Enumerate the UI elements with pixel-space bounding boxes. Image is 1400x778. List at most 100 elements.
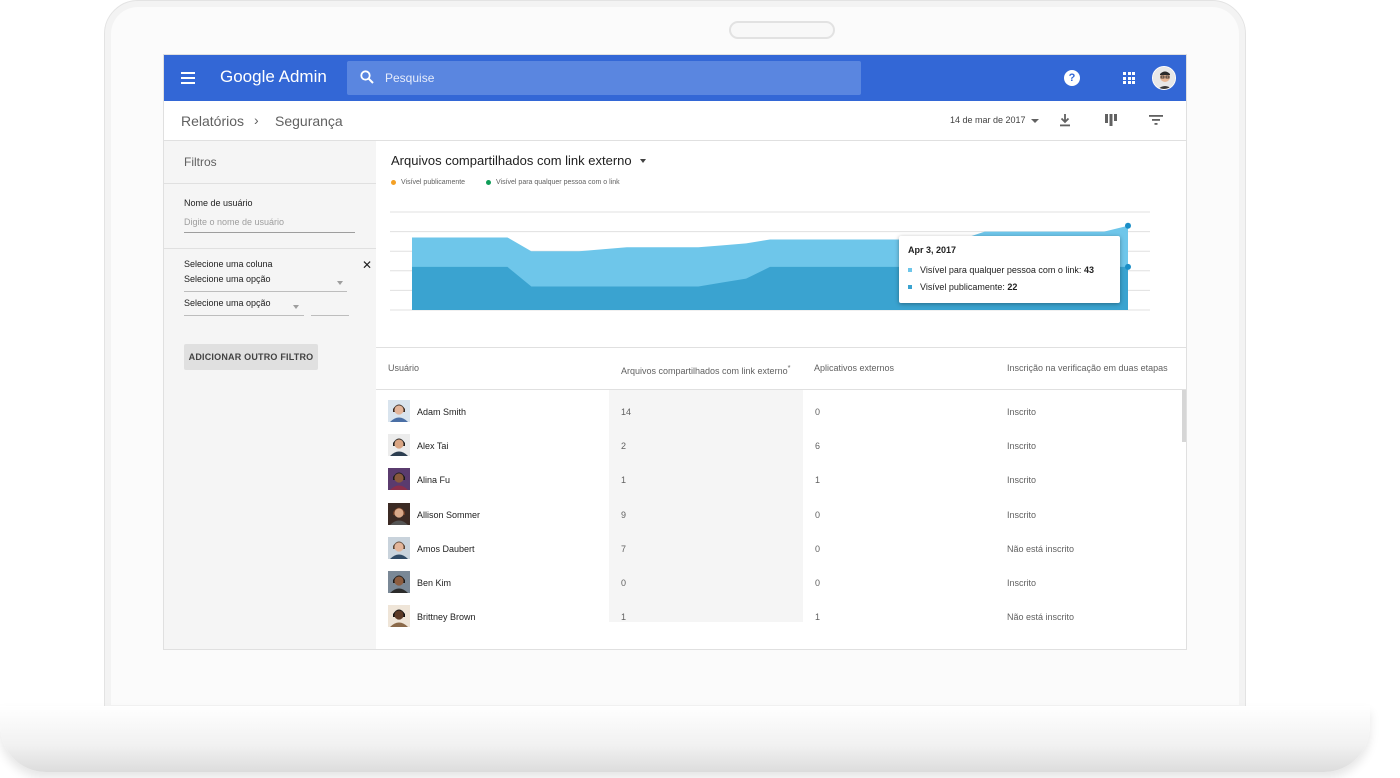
user-name[interactable]: Brittney Brown <box>417 612 476 622</box>
app-bar: Google Admin ? <box>164 55 1186 101</box>
operator-select[interactable]: Selecione uma opção <box>184 298 304 316</box>
search-bar[interactable] <box>347 61 861 95</box>
filter-icon[interactable] <box>1149 113 1163 127</box>
cell-files: 7 <box>621 543 627 554</box>
breadcrumb-reports[interactable]: Relatórios <box>181 113 244 129</box>
column-header-user[interactable]: Usuário <box>388 363 419 373</box>
column-header-apps[interactable]: Aplicativos externos <box>814 363 894 373</box>
tooltip-swatch-link <box>908 268 912 272</box>
legend-item-public: Visível publicamente <box>391 179 465 186</box>
operator-select-value: Selecione uma opção <box>184 298 271 308</box>
user-avatar <box>388 536 410 559</box>
divider <box>164 248 376 249</box>
menu-icon[interactable] <box>181 72 195 84</box>
columns-icon[interactable] <box>1104 113 1118 127</box>
column-header-files[interactable]: Arquivos compartilhados com link externo… <box>621 363 791 376</box>
user-name[interactable]: Ben Kim <box>417 578 451 588</box>
cell-2sv-status: Não está inscrito <box>1007 612 1075 623</box>
date-selector[interactable]: 14 de mar de 2017 <box>950 115 1026 125</box>
legend-label-public: Visível publicamente <box>401 179 466 186</box>
cell-apps: 1 <box>815 475 821 486</box>
table-row[interactable]: Amos Daubert 7 0 Não está inscrito <box>376 532 1182 566</box>
username-label: Nome de usuário <box>184 198 253 208</box>
sub-header: Relatórios › Segurança 14 de mar de 2017 <box>164 101 1186 141</box>
user-avatar <box>388 468 410 491</box>
account-avatar[interactable] <box>1152 66 1176 90</box>
user-avatar <box>388 434 410 457</box>
tooltip-swatch-public <box>908 285 912 289</box>
value-field[interactable] <box>311 298 349 316</box>
user-avatar <box>388 400 410 422</box>
table-row[interactable]: Ben Kim 0 0 Inscrito <box>376 566 1182 600</box>
search-input[interactable] <box>385 61 845 95</box>
cell-apps: 0 <box>815 407 821 417</box>
cell-apps: 1 <box>815 612 821 623</box>
cell-files: 1 <box>621 612 627 623</box>
breadcrumb-separator: › <box>254 112 259 128</box>
user-name[interactable]: Alex Tai <box>417 441 448 451</box>
cell-files: 9 <box>621 509 627 520</box>
chevron-down-icon <box>337 281 343 285</box>
user-name[interactable]: Adam Smith <box>417 407 466 417</box>
tooltip-row-public: Visível publicamente: 22 <box>908 282 1017 292</box>
cell-apps: 0 <box>815 578 821 588</box>
camera-notch <box>729 21 835 39</box>
table-row[interactable]: Alina Fu 1 1 Inscrito <box>376 463 1182 497</box>
tooltip-value-public: 22 <box>1007 282 1018 292</box>
table-header: Usuário Arquivos compartilhados com link… <box>376 347 1186 390</box>
breadcrumb-security: Segurança <box>275 113 343 129</box>
column-select[interactable]: Selecione uma opção <box>184 274 347 292</box>
legend-item-link: Visível para qualquer pessoa com o link <box>486 179 620 186</box>
tooltip-label-public: Visível publicamente: <box>920 282 1005 292</box>
chart-tooltip: Apr 3, 2017 Visível para qualquer pessoa… <box>899 236 1120 303</box>
cell-apps: 0 <box>815 543 821 554</box>
table-row[interactable]: Alex Tai 2 6 Inscrito <box>376 429 1182 463</box>
user-name[interactable]: Alina Fu <box>417 475 450 485</box>
user-avatar <box>388 605 410 628</box>
legend-dot-link <box>486 180 491 185</box>
user-name[interactable]: Amos Daubert <box>417 544 475 554</box>
column-header-note: * <box>787 363 791 372</box>
brand-admin: Admin <box>278 67 327 86</box>
table-row[interactable]: Allison Sommer 9 0 Inscrito <box>376 498 1182 532</box>
column-select-value: Selecione uma opção <box>184 274 271 284</box>
cell-files: 0 <box>621 578 627 588</box>
username-field[interactable] <box>184 211 355 233</box>
cell-2sv-status: Não está inscrito <box>1007 543 1075 554</box>
column-header-2sv[interactable]: Inscrição na verificação em duas etapas <box>1007 363 1168 373</box>
search-icon <box>360 70 374 84</box>
brand-logo[interactable]: Google Admin <box>220 67 327 87</box>
cell-apps: 6 <box>815 441 821 452</box>
add-filter-button[interactable]: ADICIONAR OUTRO FILTRO <box>184 344 318 370</box>
table-row[interactable]: Adam Smith 14 0 Inscrito <box>376 395 1182 429</box>
tooltip-date: Apr 3, 2017 <box>908 245 957 255</box>
chart-title[interactable]: Arquivos compartilhados com link externo <box>391 153 632 168</box>
chevron-down-icon[interactable] <box>640 159 646 163</box>
cell-2sv-status: Inscrito <box>1007 407 1037 417</box>
marker-link[interactable] <box>1125 222 1131 229</box>
chevron-down-icon <box>293 305 299 309</box>
table-row[interactable]: Brittney Brown 1 1 Não está inscrito <box>376 600 1182 634</box>
chevron-down-icon[interactable] <box>1031 119 1039 123</box>
cell-2sv-status: Inscrito <box>1007 475 1037 486</box>
cell-files: 14 <box>621 407 632 417</box>
marker-public[interactable] <box>1125 263 1131 270</box>
download-icon[interactable] <box>1058 113 1072 127</box>
help-icon[interactable]: ? <box>1064 70 1080 86</box>
divider <box>164 183 376 184</box>
filters-sidebar: Filtros Nome de usuário Selecione uma co… <box>164 141 376 649</box>
cell-apps: 0 <box>815 509 821 520</box>
cell-2sv-status: Inscrito <box>1007 441 1037 452</box>
laptop-base <box>0 706 1370 772</box>
column-label: Selecione uma coluna <box>184 259 273 269</box>
screen: Google Admin ? <box>163 54 1187 650</box>
close-icon[interactable]: ✕ <box>362 258 372 272</box>
user-name[interactable]: Allison Sommer <box>417 510 480 520</box>
tooltip-value-link: 43 <box>1083 265 1094 275</box>
apps-grid-icon[interactable] <box>1123 72 1135 84</box>
cell-files: 2 <box>621 441 627 452</box>
tooltip-label-link: Visível para qualquer pessoa com o link: <box>920 265 1082 275</box>
scrollbar[interactable] <box>1182 390 1186 442</box>
brand-google: Google <box>220 67 275 86</box>
tooltip-row-link: Visível para qualquer pessoa com o link:… <box>908 265 1094 275</box>
